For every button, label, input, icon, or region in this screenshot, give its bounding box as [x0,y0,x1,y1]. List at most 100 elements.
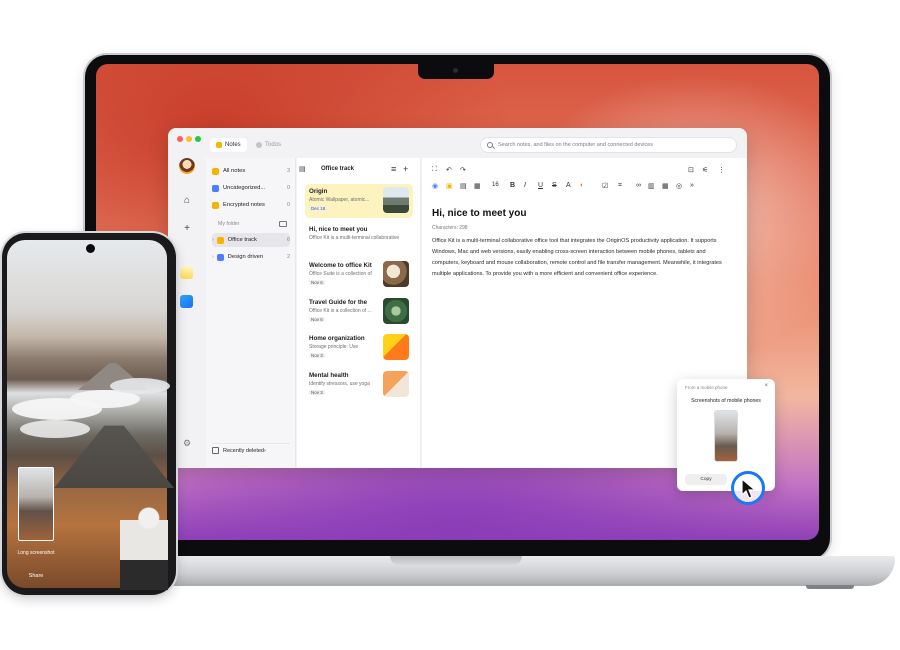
folder-encrypted[interactable]: Encrypted notes 0 [212,198,290,212]
folder-count: 3 [286,168,290,174]
adjust-icon[interactable]: ⚟ [702,166,708,174]
chevron-right-icon: › [263,447,266,454]
search-icon [487,142,493,148]
note-thumbnail [383,371,409,397]
checkbox-icon[interactable]: ☑ [602,182,608,190]
text-color-icon[interactable]: A [566,182,571,189]
popup-title: Screenshots of mobile phones [691,398,761,404]
maximize-window-button[interactable] [195,136,201,142]
note-title: Origin [309,188,328,195]
new-note-icon[interactable]: + [403,164,408,174]
minimize-window-button[interactable] [186,136,192,142]
note-thumbnail [383,261,409,287]
more-tools-icon[interactable]: » [690,182,694,189]
note-title: Welcome to office Kit [309,262,372,269]
more-icon[interactable]: ⋮ [718,166,725,174]
link-icon[interactable]: ∞ [636,182,641,189]
ai-icon[interactable]: ◉ [432,182,438,190]
folder-panel: All notes 3 Uncategorized... 0 Encrypted… [206,158,296,468]
phone-camera [86,244,95,253]
long-screenshot-thumbnail[interactable] [18,467,54,541]
folder-label: Office track [227,237,257,243]
note-date: Dec 18 [309,206,328,211]
crop-icon[interactable]: ⌗ [618,182,622,190]
note-title: Hi, nice to meet you [309,226,368,233]
note-thumbnail [383,334,409,360]
note-body-text[interactable]: Office Kit is a multi-terminal collabora… [432,236,732,280]
screenshot-thumbnail[interactable] [714,410,738,462]
list-item[interactable]: Hi, nice to meet you Office Kit is a mul… [305,222,413,256]
list-item[interactable]: Mental health Identify stressors, use yo… [305,368,413,402]
settings-gear-icon[interactable]: ⚙ [180,436,194,450]
image-icon[interactable]: ▤ [460,182,467,190]
person-with-camera [120,500,168,590]
underline-icon[interactable]: U [538,182,543,189]
copy-button[interactable]: Copy [685,474,727,485]
recently-deleted[interactable]: Recently deleted › [212,443,290,457]
add-icon[interactable]: + [180,222,194,236]
note-subtitle: Storage principle: Use [309,344,359,350]
note-title-heading[interactable]: Hi, nice to meet you [432,208,526,219]
list-title: Office track [321,166,355,172]
avatar[interactable] [179,158,195,174]
note-subtitle: Office Suite is a collection of [309,271,372,277]
folder-count: 6 [286,237,290,243]
mouse-cursor-icon [741,478,757,499]
share-button[interactable]: Share [14,573,58,579]
fullscreen-icon[interactable]: ⛶ [432,166,437,174]
recently-deleted-label: Recently deleted [223,447,264,454]
sort-icon[interactable]: ≡ [391,164,396,174]
folder-label: All notes [223,168,246,174]
chevron-right-icon: › [212,254,214,260]
close-icon[interactable]: × [764,383,768,389]
long-screenshot-label[interactable]: Long screenshot [14,550,58,557]
strikethrough-icon[interactable]: S [552,182,557,189]
notes-app-icon[interactable] [180,266,193,279]
list-item[interactable]: Travel Guide for the Office Kit is a col… [305,295,413,329]
italic-icon[interactable]: I [524,182,526,189]
camera-icon[interactable]: ▦ [474,182,481,190]
folder-office-track[interactable]: › Office track 6 [212,233,290,247]
home-icon[interactable]: ⌂ [180,194,194,208]
note-thumbnail [383,298,409,324]
sticker-icon[interactable]: ▣ [446,182,453,190]
list-item[interactable]: Origin Atomic Wallpaper, atomic... Dec 1… [305,184,413,218]
chevron-right-icon: › [212,237,214,243]
record-icon[interactable]: ◎ [676,182,682,190]
laptop-camera [453,68,458,73]
media-icon[interactable]: ▥ [648,182,655,190]
note-date: Nov 6 [309,317,325,322]
editor-toolbar: ⛶ ↶ ↷ ⊡ ⚟ ⋮ ◉ ▣ ▤ ▦ 16 B I U S A ◐ ☑ ⌗ ∞… [432,166,732,196]
lock-icon [212,201,219,209]
note-date: Nov 6 [309,280,325,285]
list-item[interactable]: Welcome to office Kit Office Suite is a … [305,258,413,292]
list-item[interactable]: Home organization Storage principle: Use… [305,331,413,365]
folder-uncategorized[interactable]: Uncategorized... 0 [212,181,290,195]
tab-notes[interactable]: Notes [210,138,247,152]
folder-count: 0 [286,185,290,191]
folder-all-notes[interactable]: All notes 3 [212,164,290,178]
undo-icon[interactable]: ↶ [446,166,452,174]
font-size-select[interactable]: 16 [492,182,499,188]
gallery-app-icon[interactable] [180,295,193,308]
export-icon[interactable]: ⊡ [688,166,694,174]
close-window-button[interactable] [177,136,183,142]
folder-design-driven[interactable]: › Design driven 2 [212,250,290,264]
note-subtitle: Atomic Wallpaper, atomic... [309,197,370,203]
search-input[interactable]: Search notes, and files on the computer … [480,137,737,153]
note-title: Mental health [309,372,349,379]
folder-label: Encrypted notes [223,202,265,208]
phone-screenshot-popup: From a mobile phone × Screenshots of mob… [677,379,775,491]
new-folder-icon[interactable] [279,221,287,227]
bold-icon[interactable]: B [510,182,515,189]
folder-label: Design driven [227,254,264,260]
table-icon[interactable]: ▦ [662,182,669,190]
sidebar-toggle-icon[interactable]: ▤ [299,165,306,173]
trash-icon [212,447,219,454]
tab-notes-label: Notes [225,142,241,148]
tab-todos-label: Todos [265,142,282,148]
highlight-icon[interactable]: ◐ [580,182,584,189]
redo-icon[interactable]: ↷ [460,166,466,174]
note-thumbnail [383,187,409,213]
tab-todos[interactable]: Todos [250,138,287,152]
